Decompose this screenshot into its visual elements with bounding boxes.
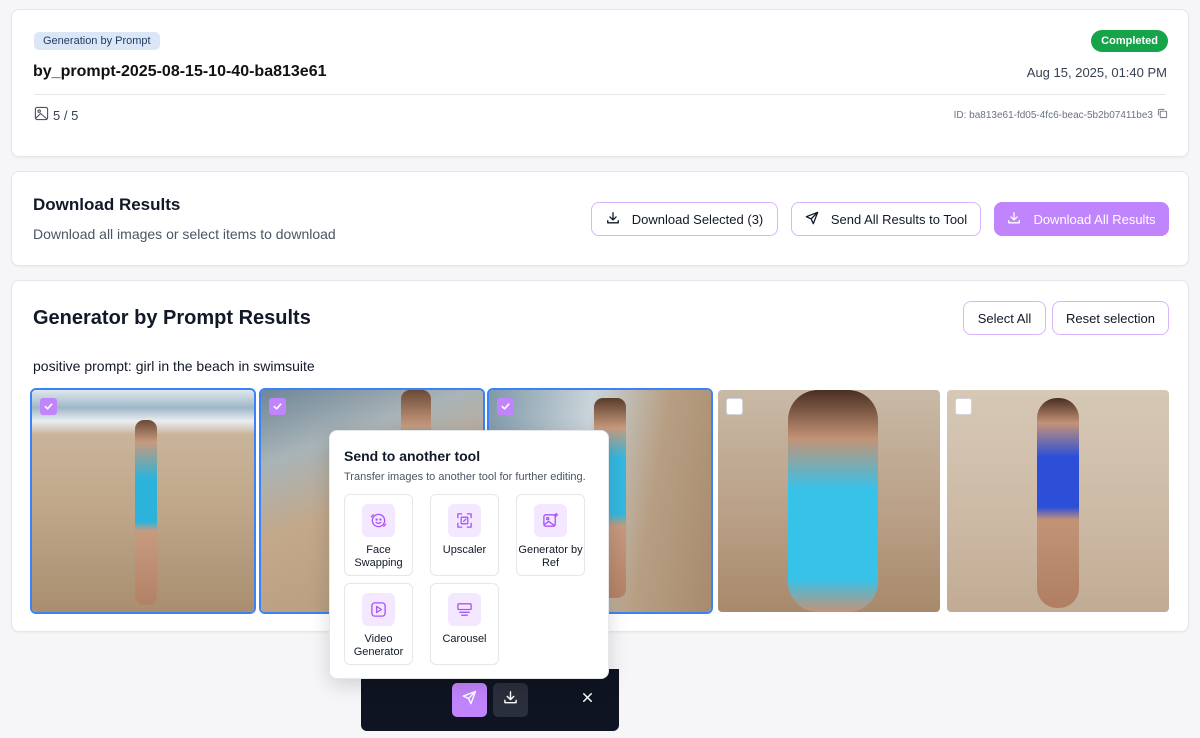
close-button[interactable] [570,683,605,717]
popup-subtitle: Transfer images to another tool for furt… [344,471,586,483]
upscale-icon [448,504,481,537]
positive-prompt: positive prompt: girl in the beach in sw… [33,358,315,374]
figure-shape [1037,398,1079,608]
face-swap-icon [362,504,395,537]
send-icon [462,690,477,710]
results-title: Generator by Prompt Results [33,307,311,329]
download-all-label: Download All Results [1033,211,1156,227]
download-results-card: Download Results Download all images or … [11,171,1189,266]
result-image-5[interactable] [947,390,1169,612]
selection-checkbox[interactable] [497,398,514,415]
send-icon [805,211,819,228]
download-icon [503,690,518,710]
result-image-4[interactable] [718,390,940,612]
tool-label: Face Swapping [354,544,403,569]
tool-label: Upscaler [442,544,487,556]
tool-face-swapping[interactable]: Face Swapping [344,494,413,576]
download-selected-label: Download Selected (3) [631,211,764,227]
result-image-1[interactable] [30,388,256,614]
download-selected-button[interactable]: Download Selected (3) [591,202,778,236]
divider [34,94,1166,95]
generation-date: Aug 15, 2025, 01:40 PM [1026,65,1167,80]
send-to-tool-popup: Send to another tool Transfer images to … [329,430,609,679]
download-subtitle: Download all images or select items to d… [33,226,336,242]
tool-upscaler[interactable]: Upscaler [430,494,499,576]
figure-shape [788,390,878,612]
tool-label: Generator by Ref [518,544,583,569]
selection-checkbox[interactable] [955,398,972,415]
generation-type-badge: Generation by Prompt [34,32,160,50]
download-button[interactable] [493,683,528,717]
image-count: 5 / 5 [34,106,78,124]
video-play-icon [362,593,395,626]
select-all-button[interactable]: Select All [963,301,1046,335]
status-badge: Completed [1091,30,1168,52]
carousel-icon [448,593,481,626]
image-count-text: 5 / 5 [53,107,79,123]
tool-label: Carousel [442,633,487,645]
copy-icon[interactable] [1157,108,1168,122]
image-icon [34,106,49,124]
send-all-results-button[interactable]: Send All Results to Tool [791,202,981,236]
close-icon [580,690,595,710]
reset-selection-button[interactable]: Reset selection [1052,301,1169,335]
tool-carousel[interactable]: Carousel [430,583,499,665]
selection-checkbox[interactable] [40,398,57,415]
selection-checkbox[interactable] [726,398,743,415]
download-title: Download Results [33,195,181,214]
generation-title: by_prompt-2025-08-15-10-40-ba813e61 [33,63,327,80]
popup-title: Send to another tool [344,448,481,464]
selection-checkbox[interactable] [269,398,286,415]
generation-id-text: ID: ba813e61-fd05-4fc6-beac-5b2b07411be3 [953,109,1153,121]
download-icon [606,211,620,228]
image-sparkle-icon [534,504,567,537]
download-all-results-button[interactable]: Download All Results [994,202,1169,236]
figure-shape [135,420,157,605]
generation-info-card: Generation by Prompt Completed by_prompt… [11,9,1189,157]
send-all-label: Send All Results to Tool [830,211,968,227]
tool-label: Video Generator [353,633,404,658]
send-to-tool-button[interactable] [452,683,487,717]
tool-generator-by-ref[interactable]: Generator by Ref [516,494,585,576]
tool-video-generator[interactable]: Video Generator [344,583,413,665]
download-icon [1007,211,1021,228]
generation-id: ID: ba813e61-fd05-4fc6-beac-5b2b07411be3 [954,108,1168,122]
